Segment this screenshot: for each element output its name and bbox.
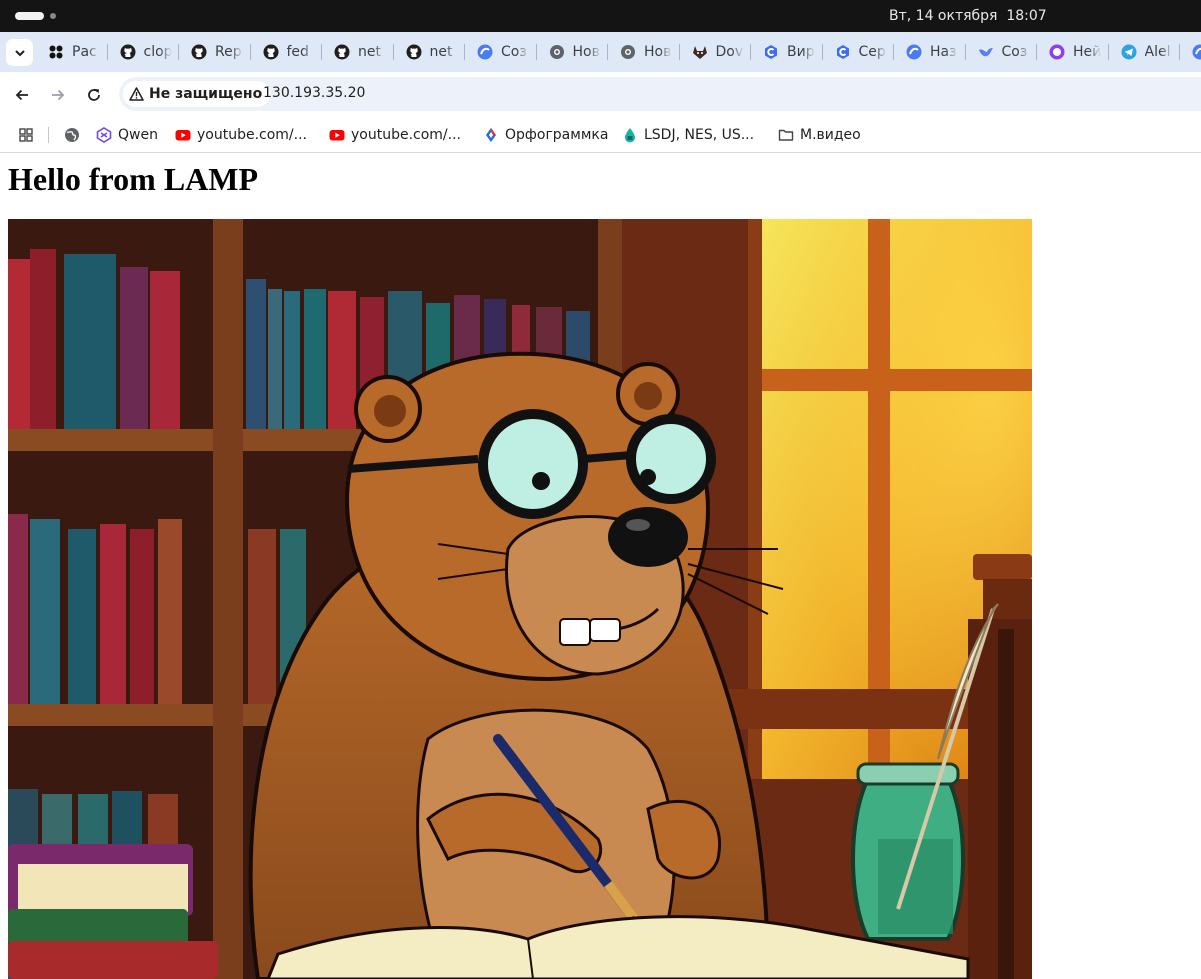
orfogrammka-icon [483, 127, 499, 143]
tab-title: fed [286, 44, 309, 60]
browser-tab[interactable]: Рас [36, 32, 108, 72]
page-content: Hello from LAMP [0, 153, 1201, 979]
reload-button[interactable] [80, 81, 108, 109]
bookmark-globe[interactable] [64, 123, 80, 147]
purple-circle-icon [1049, 44, 1065, 60]
url-text[interactable]: 130.193.35.20 [263, 85, 365, 101]
browser-tab[interactable]: Alel [1109, 32, 1181, 72]
browser-toolbar: Не защищено 130.193.35.20 [0, 72, 1201, 117]
youtube-icon [329, 127, 345, 143]
pinwheel-icon [48, 44, 64, 60]
tab-title: Вир [787, 44, 815, 60]
tab-search-button[interactable] [6, 39, 33, 66]
github-icon [406, 44, 422, 60]
arrow-right-icon [52, 89, 65, 101]
tab-title: net [429, 44, 453, 60]
tab-title: Dov [715, 44, 744, 60]
apps-grid-icon [18, 127, 34, 143]
tab-title: Соз [1001, 44, 1028, 60]
tab-title: Наз [930, 44, 957, 60]
forward-button[interactable] [44, 81, 72, 109]
youtube-icon [175, 127, 191, 143]
bookmark-qwen[interactable]: Qwen [96, 123, 158, 147]
browser-tab[interactable]: Ней [1037, 32, 1109, 72]
folder-icon [778, 127, 794, 143]
browser-tab[interactable]: net [394, 32, 466, 72]
bookmark-lsdj[interactable]: LSDJ, NES, US... [622, 123, 754, 147]
site-security-chip[interactable]: Не защищено [123, 81, 271, 107]
bookmark-folder-mvideo[interactable]: М.видео [778, 123, 861, 147]
reload-icon [88, 89, 100, 101]
browser-tab[interactable] [1180, 32, 1201, 72]
tab-title: Ней [1073, 44, 1101, 60]
bookmarks-bar: Qwen youtube.com/... youtube.com/... Орф… [0, 117, 1201, 153]
github-icon [334, 44, 350, 60]
blue-swirl-icon [477, 44, 493, 60]
page-heading: Hello from LAMP [8, 161, 259, 197]
workspace-dot[interactable] [50, 13, 56, 19]
tab-title: Рас [72, 44, 97, 60]
beaver-library-image [8, 219, 1032, 979]
gitlab-icon [692, 44, 708, 60]
tab-title: net [358, 44, 381, 60]
arrow-left-icon [15, 89, 28, 101]
apps-button[interactable] [18, 123, 34, 147]
system-top-bar: Вт, 14 октября 18:07 [0, 0, 1201, 32]
globe-dark-icon [620, 44, 636, 60]
back-button[interactable] [8, 81, 36, 109]
bookmark-label: youtube.com/... [197, 127, 308, 143]
system-clock[interactable]: Вт, 14 октября 18:07 [889, 8, 1047, 24]
chevron-down-icon [14, 49, 25, 56]
browser-tab[interactable]: Соз [465, 32, 537, 72]
browser-tab[interactable]: Нов [608, 32, 680, 72]
address-bar[interactable]: Не защищено 130.193.35.20 [119, 77, 1201, 111]
github-icon [191, 44, 207, 60]
globe-dark-icon [549, 44, 565, 60]
tab-list: Рас clop Rep fed net net Соз Нов Нов Dov… [36, 32, 1201, 72]
tab-title: Rep [215, 44, 242, 60]
github-icon [263, 44, 279, 60]
bookmark-youtube-1[interactable]: youtube.com/... [175, 123, 307, 147]
tab-title: Соз [501, 44, 527, 60]
browser-tab[interactable]: net [322, 32, 394, 72]
tab-title: Нов [644, 44, 672, 60]
browser-tab[interactable]: fed [251, 32, 323, 72]
browser-tab[interactable]: Нов [537, 32, 609, 72]
blue-swirl-icon [906, 44, 922, 60]
browser-tab[interactable]: Rep [179, 32, 251, 72]
bird-icon [978, 44, 994, 60]
warning-icon [129, 87, 144, 101]
bookmark-label: LSDJ, NES, US... [644, 127, 755, 143]
telegram-icon [1121, 44, 1137, 60]
browser-tab[interactable]: clop [108, 32, 180, 72]
c-logo-icon [835, 44, 851, 60]
tab-title: Alel [1144, 44, 1171, 60]
browser-tab[interactable]: Вир [751, 32, 823, 72]
browser-tab[interactable]: Dov [680, 32, 752, 72]
workspace-indicator[interactable] [15, 12, 44, 20]
qwen-icon [96, 127, 112, 143]
tab-title: Нов [572, 44, 600, 60]
bookmark-youtube-2[interactable]: youtube.com/... [329, 123, 461, 147]
globe-icon [64, 127, 80, 143]
bookmark-label: youtube.com/... [351, 127, 462, 143]
github-icon [120, 44, 136, 60]
browser-tab-strip: Рас clop Rep fed net net Соз Нов Нов Dov… [0, 32, 1201, 72]
bookmark-label: Qwen [118, 127, 158, 143]
c-logo-icon [763, 44, 779, 60]
bookmarks-separator [48, 127, 49, 143]
drop-icon [622, 127, 638, 143]
blue-swirl-icon [1192, 44, 1201, 60]
security-status-text: Не защищено [149, 86, 263, 102]
tab-title: clop [143, 44, 172, 60]
bookmark-label: М.видео [800, 127, 861, 143]
browser-tab[interactable]: Наз [894, 32, 966, 72]
browser-tab[interactable]: Соз [966, 32, 1038, 72]
tab-title: Сер [858, 44, 886, 60]
bookmark-orfogrammka[interactable]: Орфограммка [483, 123, 608, 147]
bookmark-label: Орфограммка [505, 127, 609, 143]
browser-tab[interactable]: Сер [823, 32, 895, 72]
